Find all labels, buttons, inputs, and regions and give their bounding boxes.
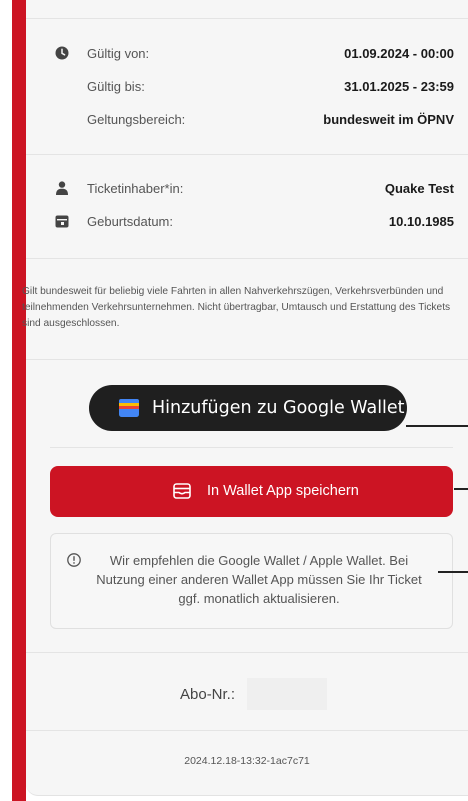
pointer-line <box>454 488 468 490</box>
birthdate-value: 10.10.1985 <box>388 214 454 229</box>
wallet-icon <box>173 483 191 499</box>
ticket-terms: Gilt bundesweit für beliebig viele Fahrt… <box>22 286 451 329</box>
holder-row: Ticketinhaber*in: Quake Test <box>26 179 468 199</box>
holder-label: Ticketinhaber*in: <box>87 181 184 196</box>
build-version: 2024.12.18-13:32-1ac7c71 <box>184 755 310 767</box>
accent-stripe <box>12 0 26 801</box>
holder-value: Quake Test <box>384 181 454 196</box>
valid-from-label: Gültig von: <box>87 46 150 61</box>
divider <box>26 652 468 653</box>
wallet-info-text: Wir empfehlen die Google Wallet / Apple … <box>96 553 422 606</box>
valid-to-label: Gültig bis: <box>87 79 145 94</box>
wallet-info-box: Wir empfehlen die Google Wallet / Apple … <box>50 533 453 629</box>
valid-from-value: 01.09.2024 - 00:00 <box>344 46 454 61</box>
calendar-icon <box>55 215 69 228</box>
birthdate-label: Geburtsdatum: <box>87 214 173 229</box>
subscription-label: Abo-Nr.: <box>180 686 236 703</box>
info-icon <box>67 553 81 567</box>
divider <box>50 447 453 448</box>
person-icon <box>56 181 68 195</box>
area-label: Geltungsbereich: <box>87 112 186 127</box>
pointer-line <box>438 571 468 573</box>
birthdate-row: Geburtsdatum: 10.10.1985 <box>26 212 468 232</box>
google-wallet-button[interactable]: Hinzufügen zu Google Wallet <box>89 385 407 431</box>
wallet-app-save-label: In Wallet App speichern <box>207 483 359 499</box>
area-value: bundesweit im ÖPNV <box>323 112 454 127</box>
wallet-app-save-button[interactable]: In Wallet App speichern <box>50 466 453 517</box>
area-row: Geltungsbereich: bundesweit im ÖPNV <box>26 110 468 130</box>
divider <box>26 258 468 259</box>
divider <box>26 18 468 19</box>
clock-icon <box>55 46 69 60</box>
google-wallet-icon <box>119 399 139 417</box>
divider <box>26 154 468 155</box>
subscription-row: Abo-Nr.: <box>26 678 468 710</box>
valid-to-row: Gültig bis: 31.01.2025 - 23:59 <box>26 77 468 97</box>
google-wallet-label: Hinzufügen zu Google Wallet <box>152 398 405 418</box>
subscription-number <box>247 678 327 710</box>
divider <box>26 730 468 731</box>
valid-from-row: Gültig von: 01.09.2024 - 00:00 <box>26 44 468 64</box>
ticket-card: Gültig von: 01.09.2024 - 00:00 Gültig bi… <box>22 0 468 796</box>
divider <box>26 359 468 360</box>
pointer-line <box>406 425 468 427</box>
valid-to-value: 31.01.2025 - 23:59 <box>344 79 454 94</box>
